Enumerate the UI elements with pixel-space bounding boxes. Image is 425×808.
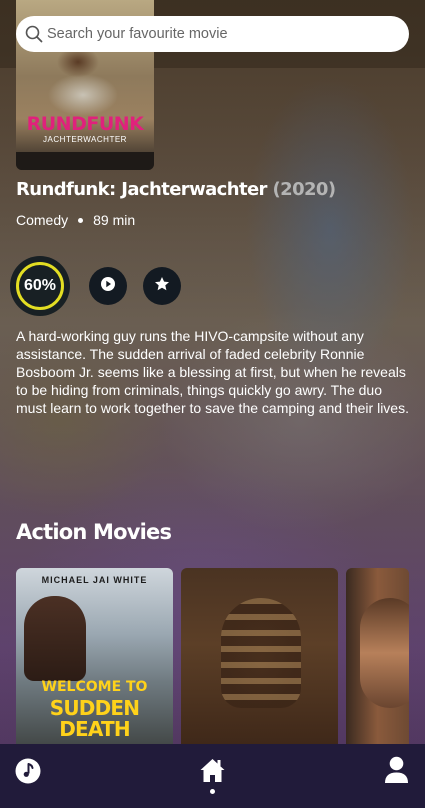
- nav-home-button[interactable]: [199, 757, 226, 789]
- card-title: WELCOME TO SUDDEN DEATH: [16, 677, 173, 740]
- profile-icon: [384, 756, 409, 789]
- meta-separator-dot: [78, 217, 84, 223]
- nav-profile-button[interactable]: [384, 756, 409, 789]
- movie-year: (2020): [272, 179, 337, 200]
- favorite-button[interactable]: [143, 267, 181, 305]
- home-icon: [199, 757, 226, 789]
- star-icon: [154, 276, 170, 297]
- poster-credits-strip: [16, 152, 154, 170]
- play-icon: [100, 276, 116, 297]
- movie-meta: Comedy 89 min: [16, 212, 135, 228]
- card-artwork: [360, 598, 409, 708]
- movie-title-row: Rundfunk: Jachterwachter (2020): [16, 179, 337, 200]
- poster-artwork: [38, 40, 128, 120]
- poster-subtitle: JACHTERWACHTER: [43, 135, 127, 144]
- card-artwork: [221, 598, 301, 708]
- movie-runtime: 89 min: [93, 212, 136, 228]
- movie-card[interactable]: [346, 568, 409, 744]
- poster-title: RUNDFUNK: [26, 113, 144, 135]
- movie-genre: Comedy: [16, 212, 69, 228]
- movie-carousel[interactable]: MICHAEL JAI WHITE WELCOME TO SUDDEN DEAT…: [16, 568, 409, 744]
- rating-badge: 60%: [10, 256, 70, 316]
- movie-card[interactable]: MICHAEL JAI WHITE WELCOME TO SUDDEN DEAT…: [16, 568, 173, 744]
- card-title-line2: SUDDEN DEATH: [49, 696, 140, 741]
- card-top-text: MICHAEL JAI WHITE: [41, 575, 148, 585]
- music-icon: [15, 758, 41, 789]
- card-title-line1: WELCOME TO: [41, 679, 148, 695]
- search-input[interactable]: [47, 26, 377, 42]
- rating-percent: 60%: [23, 277, 57, 294]
- movie-title: Rundfunk: Jachterwachter: [16, 179, 267, 200]
- movie-overview: A hard-working guy runs the HIVO-campsit…: [16, 328, 409, 416]
- bottom-navigation: [0, 744, 425, 808]
- search-icon: [25, 25, 43, 43]
- search-bar[interactable]: [16, 16, 409, 52]
- play-trailer-button[interactable]: [89, 267, 127, 305]
- movie-card[interactable]: [181, 568, 338, 744]
- nav-music-button[interactable]: [15, 758, 41, 789]
- card-artwork: [24, 596, 86, 681]
- active-indicator-dot: [210, 789, 215, 794]
- section-title: Action Movies: [16, 520, 172, 544]
